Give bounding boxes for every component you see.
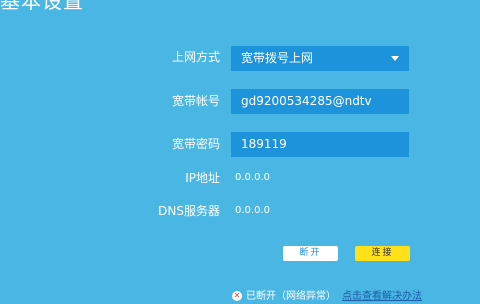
chevron-down-icon [391, 56, 399, 61]
connection-type-value: 宽带拨号上网 [241, 51, 314, 65]
dns-value: 0.0.0.0 [235, 205, 270, 216]
connect-button[interactable]: 连接 [355, 246, 410, 261]
connection-status: ✕ 已断开（网络异常） [232, 290, 336, 304]
password-label: 宽带密码 [171, 137, 220, 151]
password-input[interactable]: 189119 [231, 132, 409, 157]
status-text: 已断开（网络异常） [246, 291, 336, 302]
ip-value: 0.0.0.0 [235, 172, 270, 183]
connection-type-label: 上网方式 [171, 50, 220, 64]
account-label: 宽带帐号 [171, 94, 220, 108]
connection-type-select[interactable]: 宽带拨号上网 [231, 46, 409, 71]
disconnect-button[interactable]: 断开 [283, 246, 338, 261]
account-input[interactable]: gd9200534285@ndtv [231, 89, 409, 114]
help-link[interactable]: 点击查看解决办法 [342, 290, 422, 304]
dns-label: DNS服务器 [158, 204, 220, 218]
page-title: 基本设置 [0, 0, 84, 13]
ip-label: IP地址 [185, 171, 220, 185]
